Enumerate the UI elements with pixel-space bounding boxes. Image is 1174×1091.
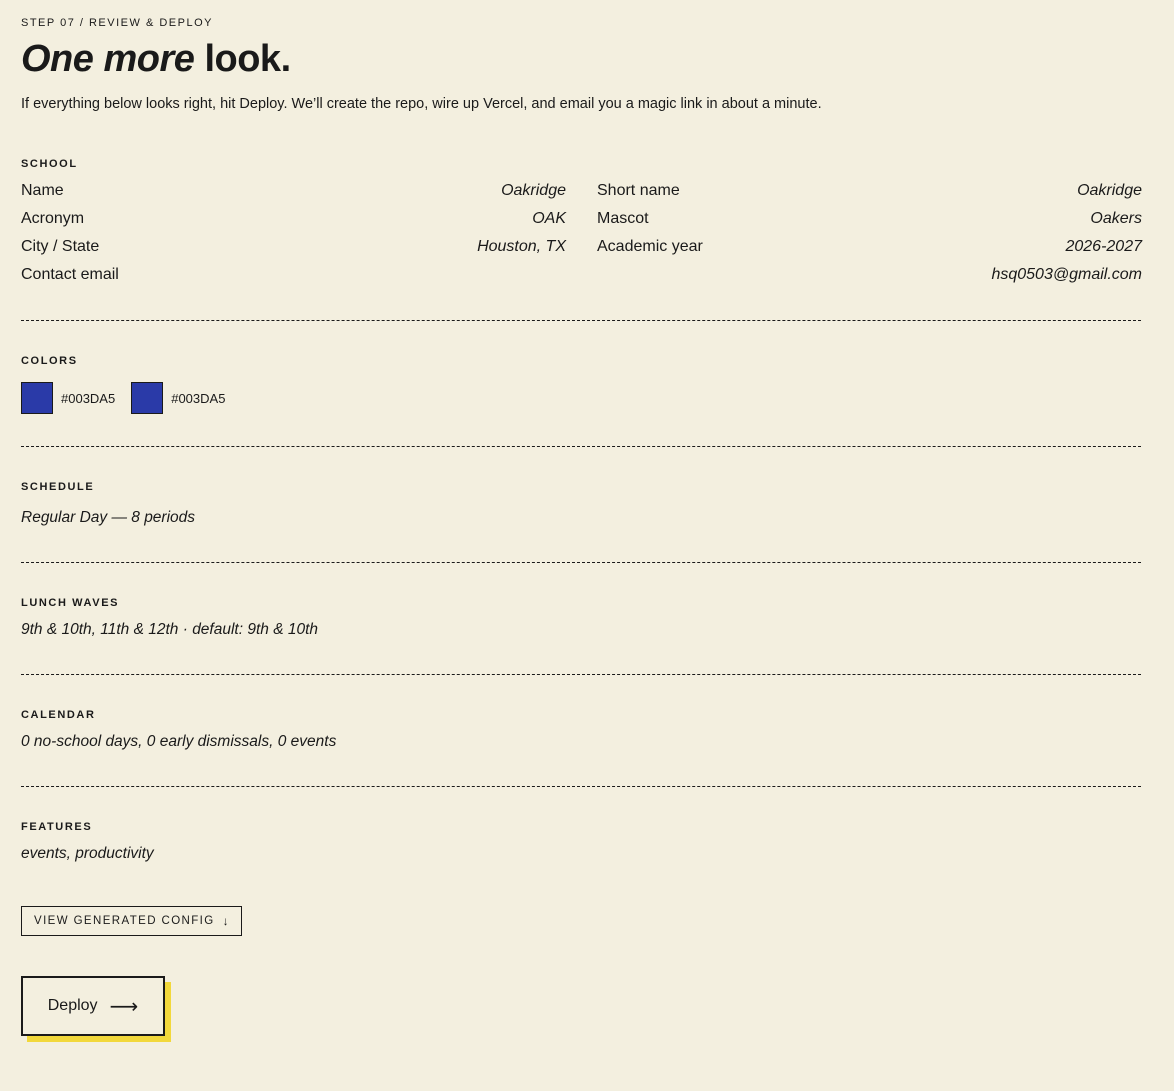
- section-divider: [21, 562, 1141, 563]
- school-row-value: Oakridge: [501, 182, 566, 199]
- section-divider: [21, 786, 1141, 787]
- page-lede: If everything below looks right, hit Dep…: [21, 96, 822, 112]
- section-label-colors: COLORS: [21, 355, 78, 367]
- school-row-value: 2026-2027: [1065, 238, 1142, 255]
- color-swatch-primary: [21, 382, 53, 414]
- school-row-key: City / State: [21, 238, 100, 255]
- lunch-waves-summary: 9th & 10th, 11th & 12th · default: 9th &…: [21, 621, 319, 638]
- school-row-key: Mascot: [597, 210, 649, 227]
- school-row-key: Contact email: [21, 266, 119, 283]
- school-row-acronym: Acronym OAK: [21, 209, 566, 237]
- deploy-button-wrapper: Deploy ⟶: [21, 976, 171, 1042]
- calendar-summary: 0 no-school days, 0 early dismissals, 0 …: [21, 733, 337, 750]
- school-row-name: Name Oakridge: [21, 181, 566, 209]
- school-row-value: Houston, TX: [477, 238, 566, 255]
- school-details: Name Oakridge Short name Oakridge Acrony…: [21, 181, 1142, 293]
- arrow-right-icon: ⟶: [109, 995, 139, 1018]
- school-row-mascot: Mascot Oakers: [597, 209, 1142, 237]
- review-deploy-page: STEP 07 / REVIEW & DEPLOY One more look.…: [0, 0, 1174, 1091]
- school-row-key: Academic year: [597, 238, 703, 255]
- school-row-value: OAK: [532, 210, 566, 227]
- features-summary: events, productivity: [21, 845, 154, 862]
- section-divider: [21, 674, 1141, 675]
- school-row-value: Oakridge: [1077, 182, 1142, 199]
- section-label-school: SCHOOL: [21, 158, 78, 170]
- section-label-schedule: SCHEDULE: [21, 481, 95, 493]
- section-divider: [21, 446, 1141, 447]
- step-eyebrow: STEP 07 / REVIEW & DEPLOY: [21, 17, 213, 29]
- color-swatch-secondary: [131, 382, 164, 414]
- deploy-button-label: Deploy: [47, 997, 98, 1014]
- page-title: One more look.: [21, 37, 291, 81]
- school-row-key: Short name: [597, 182, 680, 199]
- arrow-down-icon: ↓: [222, 914, 229, 928]
- school-row-key: Acronym: [21, 210, 85, 227]
- school-row-short-name: Short name Oakridge: [597, 181, 1142, 209]
- school-row-city-state: City / State Houston, TX: [21, 237, 566, 265]
- page-title-emphasis: One more: [21, 38, 195, 80]
- page-title-rest: look.: [194, 38, 291, 80]
- deploy-button[interactable]: Deploy ⟶: [21, 976, 165, 1036]
- section-label-calendar: CALENDAR: [21, 709, 96, 721]
- school-row-value: Oakers: [1090, 210, 1142, 227]
- color-swatch-label: #003DA5: [171, 390, 226, 406]
- view-generated-config-label: VIEW GENERATED CONFIG: [34, 915, 215, 927]
- color-swatches: #003DA5 #003DA5: [21, 382, 241, 414]
- section-divider: [21, 320, 1141, 321]
- view-generated-config-button[interactable]: VIEW GENERATED CONFIG ↓: [21, 906, 242, 936]
- section-label-features: FEATURES: [21, 821, 93, 833]
- color-swatch-label: #003DA5: [61, 390, 116, 406]
- school-row-academic-year: Academic year 2026-2027: [597, 237, 1142, 265]
- school-row-contact-email: Contact email hsq0503@gmail.com: [21, 265, 1142, 293]
- school-row-value: hsq0503@gmail.com: [991, 266, 1142, 283]
- schedule-summary: Regular Day — 8 periods: [21, 509, 196, 526]
- section-label-lunch-waves: LUNCH WAVES: [21, 597, 120, 609]
- school-row-key: Name: [21, 182, 64, 199]
